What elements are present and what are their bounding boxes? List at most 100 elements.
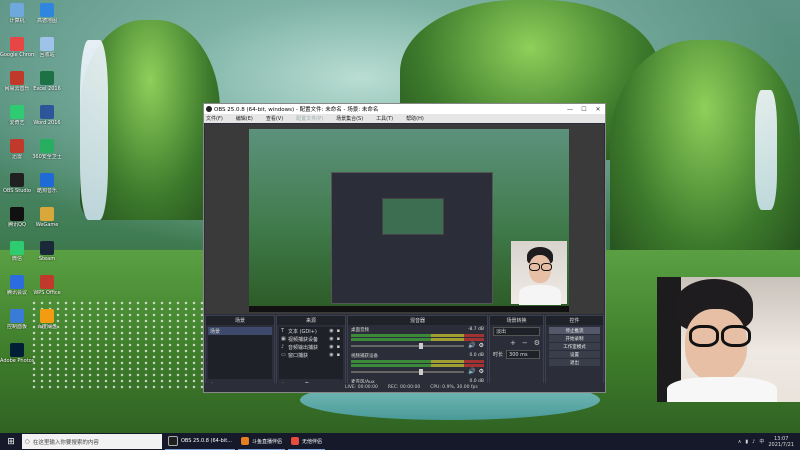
volume-slider[interactable]: [351, 368, 465, 375]
speaker-icon[interactable]: 🔊: [468, 342, 475, 349]
tray-expand-icon[interactable]: ∧: [738, 439, 742, 445]
desktop-icon-label: 回收站: [39, 52, 55, 58]
menu-view[interactable]: 查看(V): [266, 115, 283, 122]
desktop-icon[interactable]: 360安全卫士: [30, 139, 64, 160]
desktop-icon-label: 百度网盘: [36, 324, 57, 330]
desktop-icon[interactable]: WeGame: [30, 207, 64, 228]
clock[interactable]: 13:07 2021/7/21: [768, 436, 794, 448]
desktop-icon[interactable]: 网易云音乐: [0, 71, 34, 92]
desktop-icon[interactable]: Google Chrome: [0, 37, 34, 58]
source-label: 音频输出捕获: [288, 344, 319, 351]
mixer-track: 视频捕获设备 0.0 dB 🔊 ⚙: [348, 351, 487, 377]
volume-icon[interactable]: ♪: [752, 439, 755, 445]
gear-icon[interactable]: ⚙: [479, 342, 484, 349]
text-source-icon: T: [281, 328, 285, 334]
desktop-icon[interactable]: Steam: [30, 241, 64, 262]
remove-transition-button[interactable]: −: [522, 339, 528, 347]
source-item[interactable]: ♪ 音频输出捕获 ◉ ▪: [279, 343, 343, 351]
desktop-icon[interactable]: 回收站: [30, 37, 64, 58]
source-item[interactable]: ▭ 窗口捕获 ◉ ▪: [279, 351, 343, 359]
desktop-icon[interactable]: 腾讯会议: [0, 275, 34, 296]
sources-dock-title: 来源: [277, 316, 345, 325]
desktop-icon-label: 微信: [11, 256, 22, 262]
desktop-icon[interactable]: 控制面板: [0, 309, 34, 330]
obs-window: OBS 25.0.8 (64-bit, windows) - 配置文件: 未命名…: [203, 103, 606, 393]
desktop-icon[interactable]: 计算机: [0, 3, 34, 24]
taskbar-app-label: OBS 25.0.8 (64-bit...: [181, 438, 232, 444]
desktop-icon[interactable]: Excel 2016: [30, 71, 64, 92]
app-icon: [10, 241, 24, 255]
stop-streaming-button[interactable]: 停止推流: [549, 327, 600, 334]
lock-icon[interactable]: ▪: [337, 328, 340, 334]
sources-list: T 文本 (GDI+) ◉ ▪ ▣ 视频捕获设备 ◉ ▪ ♪ 音频输出捕获 ◉ ▪ ▭…: [279, 327, 343, 379]
add-transition-button[interactable]: +: [510, 339, 516, 347]
obs-preview[interactable]: [205, 124, 604, 314]
wuta-app-icon: [290, 437, 299, 445]
sources-dock: 来源 T 文本 (GDI+) ◉ ▪ ▣ 视频捕获设备 ◉ ▪ ♪ 音频输出捕获 ◉…: [276, 315, 346, 391]
desktop-icon[interactable]: 酷狗音乐: [30, 173, 64, 194]
volume-slider[interactable]: [351, 342, 465, 349]
taskbar-search[interactable]: ○ 在这里输入你要搜索的内容: [22, 434, 162, 449]
desktop-icon-label: Adobe Photoshop: [0, 358, 34, 364]
source-item[interactable]: T 文本 (GDI+) ◉ ▪: [279, 327, 343, 335]
close-button[interactable]: ✕: [591, 106, 605, 113]
taskbar-app-label: 无他伴侣: [301, 438, 322, 445]
settings-button[interactable]: 设置: [549, 351, 600, 358]
studio-mode-button[interactable]: 工作室模式: [549, 343, 600, 350]
menu-tools[interactable]: 工具(T): [376, 115, 393, 122]
desktop-icon[interactable]: 爱奇艺: [0, 105, 34, 126]
app-icon: [40, 139, 54, 153]
start-recording-button[interactable]: 开始录制: [549, 335, 600, 342]
menu-scene-collection[interactable]: 场景集合(S): [336, 115, 363, 122]
lock-icon[interactable]: ▪: [337, 344, 340, 350]
maximize-button[interactable]: ☐: [577, 106, 591, 113]
desktop-icon[interactable]: 百度网盘: [30, 309, 64, 330]
network-icon[interactable]: ▮: [745, 439, 748, 445]
taskbar-app-wuta[interactable]: 无他伴侣: [287, 434, 325, 450]
desktop-icon[interactable]: Adobe Photoshop: [0, 343, 34, 364]
eye-icon[interactable]: ◉: [329, 352, 333, 358]
eye-icon[interactable]: ◉: [329, 336, 333, 342]
desktop-icon[interactable]: 微信: [0, 241, 34, 262]
volume-meter: [351, 338, 484, 341]
obs-menubar: 文件(F) 编辑(E) 查看(V) 配置文件(P) 场景集合(S) 工具(T) …: [204, 114, 605, 123]
desktop-icon[interactable]: WPS Office: [30, 275, 64, 296]
eye-icon[interactable]: ◉: [329, 344, 333, 350]
preview-taskbar: [249, 306, 569, 312]
desktop-icon[interactable]: OBS Studio: [0, 173, 34, 194]
lock-icon[interactable]: ▪: [337, 336, 340, 342]
taskbar-app-douyu[interactable]: 斗鱼直播伴侣: [237, 434, 285, 450]
input-method-icon[interactable]: 中: [759, 438, 764, 445]
scene-item-label: 场景: [210, 328, 221, 335]
desktop-icon[interactable]: Word 2016: [30, 105, 64, 126]
desktop-icon[interactable]: 迅雷: [0, 139, 34, 160]
desktop-icon-label: 计算机: [9, 18, 25, 24]
windows-start-icon[interactable]: ⊞: [0, 433, 22, 450]
duration-input[interactable]: 300 ms: [506, 350, 540, 359]
menu-help[interactable]: 帮助(H): [406, 115, 424, 122]
source-item[interactable]: ▣ 视频捕获设备 ◉ ▪: [279, 335, 343, 343]
volume-meter: [351, 360, 484, 363]
menu-profile[interactable]: 配置文件(P): [296, 115, 323, 122]
exit-button[interactable]: 退出: [549, 359, 600, 366]
speaker-icon[interactable]: 🔊: [468, 368, 475, 375]
obs-titlebar[interactable]: OBS 25.0.8 (64-bit, windows) - 配置文件: 未命名…: [204, 104, 605, 114]
transition-select[interactable]: 淡出: [493, 327, 540, 336]
preview-nested-obs: [331, 172, 493, 304]
menu-edit[interactable]: 编辑(E): [236, 115, 253, 122]
desktop-icon[interactable]: 腾讯QQ: [0, 207, 34, 228]
eye-icon[interactable]: ◉: [329, 328, 333, 334]
gear-icon[interactable]: ⚙: [479, 368, 484, 375]
taskbar-app-obs[interactable]: OBS 25.0.8 (64-bit...: [165, 434, 235, 450]
scene-item[interactable]: 场景: [208, 327, 272, 335]
lock-icon[interactable]: ▪: [337, 352, 340, 358]
cpu-status: CPU: 0.9%, 30.00 fps: [430, 384, 478, 390]
preview-nested-obs-2: [382, 198, 444, 235]
gear-icon[interactable]: ⚙: [534, 339, 540, 347]
source-label: 文本 (GDI+): [288, 328, 317, 335]
minimize-button[interactable]: —: [563, 106, 577, 113]
desktop-icon-label: 控制面板: [6, 324, 27, 330]
clock-date: 2021/7/21: [768, 441, 794, 448]
menu-file[interactable]: 文件(F): [206, 115, 223, 122]
desktop-icon[interactable]: 高德地图: [30, 3, 64, 24]
